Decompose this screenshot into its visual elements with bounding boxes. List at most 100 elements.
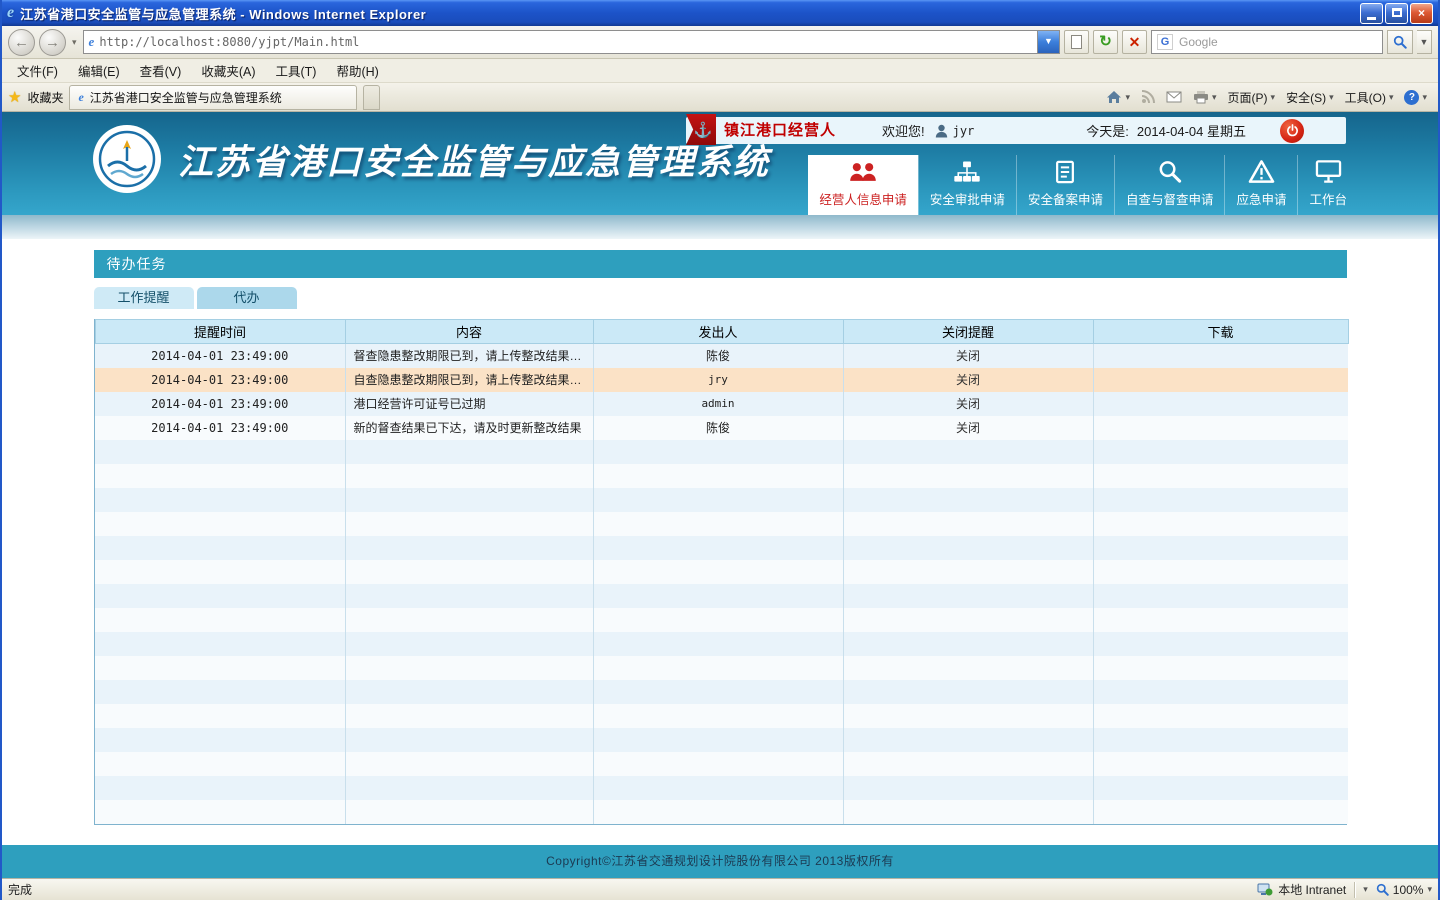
menu-item[interactable]: 帮助(H) (327, 58, 387, 83)
document-icon (1053, 160, 1077, 184)
window-title: 江苏省港口安全监管与应急管理系统 - Windows Internet Expl… (20, 4, 1354, 23)
nav-item-label: 应急申请 (1236, 189, 1286, 208)
column-header: 下载 (1093, 320, 1348, 344)
cell-time: 2014-04-01 23:49:00 (95, 416, 345, 440)
logout-button[interactable] (1280, 119, 1304, 143)
power-icon (1286, 124, 1299, 137)
table-row[interactable]: 2014-04-01 23:49:00港口经营许可证号已过期admin关闭 (95, 392, 1348, 416)
nav-item-document[interactable]: 安全备案申请 (1016, 155, 1114, 215)
reminder-table: 提醒时间内容发出人关闭提醒下载 2014-04-01 23:49:00督查隐患整… (95, 319, 1349, 824)
cell-sender: admin (593, 392, 843, 416)
close-reminder-link[interactable]: 关闭 (956, 397, 980, 411)
menu-item[interactable]: 收藏夹(A) (192, 58, 264, 83)
empty-table-row (95, 488, 1348, 512)
search-dropdown-icon[interactable]: ▼ (1417, 30, 1432, 54)
role-badge-label: 镇江港口经营人 (724, 119, 836, 140)
zoom-dropdown-icon[interactable]: ▾ (1363, 884, 1368, 895)
empty-table-row (95, 800, 1348, 824)
intranet-zone-icon (1257, 883, 1273, 896)
close-reminder-link[interactable]: 关闭 (956, 373, 980, 387)
compatibility-view-button[interactable] (1064, 30, 1089, 54)
address-url-text: http://localhost:8080/yjpt/Main.html (99, 35, 1032, 49)
empty-table-row (95, 656, 1348, 680)
page-viewport: 江苏省港口安全监管与应急管理系统 ⚓ 镇江港口经营人 欢迎您! jyr 今天是:… (2, 112, 1438, 878)
cell-download (1093, 368, 1348, 392)
anchor-icon: ⚓ (686, 114, 716, 145)
nav-item-warning[interactable]: 应急申请 (1224, 155, 1297, 215)
cell-sender: jry (593, 368, 843, 392)
nav-item-users[interactable]: 经营人信息申请 (808, 155, 918, 215)
menu-item[interactable]: 文件(F) (8, 58, 67, 83)
back-button[interactable]: ← (8, 29, 35, 56)
cell-content: 港口经营许可证号已过期 (345, 392, 593, 416)
cell-sender: 陈俊 (593, 344, 843, 368)
favorites-button[interactable]: 收藏夹 (27, 89, 63, 106)
stop-icon: ✕ (1129, 34, 1141, 50)
table-row[interactable]: 2014-04-01 23:49:00新的督查结果已下达，请及时更新整改结果陈俊… (95, 416, 1348, 440)
cell-download (1093, 392, 1348, 416)
safety-menu-button[interactable]: 安全(S) ▾ (1281, 85, 1339, 110)
help-button[interactable]: ? ▾ (1399, 86, 1432, 109)
home-button[interactable]: ▾ (1101, 86, 1135, 108)
task-tab[interactable]: 代办 (197, 287, 297, 309)
empty-table-row (95, 608, 1348, 632)
new-tab-button[interactable] (363, 85, 380, 110)
magnifier-icon (1393, 35, 1407, 49)
close-button[interactable]: × (1410, 3, 1433, 24)
feeds-button[interactable] (1136, 86, 1160, 108)
maximize-button[interactable] (1385, 3, 1408, 24)
print-button[interactable]: ▾ (1188, 86, 1222, 108)
empty-table-row (95, 632, 1348, 656)
address-toolbar: ← → ▾ e http://localhost:8080/yjpt/Main.… (2, 26, 1438, 59)
empty-table-row (95, 560, 1348, 584)
users-icon (848, 160, 878, 184)
table-header-row: 提醒时间内容发出人关闭提醒下载 (95, 320, 1348, 344)
system-title: 江苏省港口安全监管与应急管理系统 (178, 134, 770, 185)
menu-item[interactable]: 工具(T) (266, 58, 325, 83)
browser-window: e 江苏省港口安全监管与应急管理系统 - Windows Internet Ex… (0, 0, 1440, 900)
nav-item-magnifier[interactable]: 自查与督查申请 (1114, 155, 1225, 215)
menu-item[interactable]: 编辑(E) (69, 58, 129, 83)
page-menu-button[interactable]: 页面(P) ▾ (1223, 85, 1281, 110)
history-dropdown-icon[interactable]: ▾ (70, 37, 79, 48)
stop-button[interactable]: ✕ (1122, 30, 1147, 54)
zoom-level: 100% (1393, 883, 1424, 897)
address-input[interactable]: e http://localhost:8080/yjpt/Main.html ▼ (83, 30, 1060, 54)
empty-table-row (95, 752, 1348, 776)
nav-item-org-chart[interactable]: 安全审批申请 (918, 155, 1016, 215)
google-logo-icon: G (1157, 34, 1173, 50)
role-badge: ⚓ 镇江港口经营人 (686, 114, 850, 145)
ie-icon: e (7, 5, 14, 21)
close-reminder-link[interactable]: 关闭 (956, 349, 980, 363)
minimize-button[interactable] (1360, 3, 1383, 24)
cell-content: 新的督查结果已下达，请及时更新整改结果 (345, 416, 593, 440)
forward-button[interactable]: → (39, 29, 66, 56)
address-dropdown-icon[interactable]: ▼ (1037, 31, 1059, 53)
reminder-table-wrap: 提醒时间内容发出人关闭提醒下载 2014-04-01 23:49:00督查隐患整… (94, 319, 1347, 825)
close-reminder-link[interactable]: 关闭 (956, 421, 980, 435)
main-nav: 经营人信息申请安全审批申请安全备案申请自查与督查申请应急申请工作台 (808, 155, 1358, 215)
search-button[interactable] (1387, 30, 1413, 54)
current-user[interactable]: jyr (935, 124, 975, 138)
task-tab[interactable]: 工作提醒 (94, 287, 194, 309)
read-mail-button[interactable] (1161, 87, 1187, 107)
empty-table-row (95, 536, 1348, 560)
panel-title: 待办任务 (94, 250, 1347, 278)
table-row[interactable]: 2014-04-01 23:49:00自查隐患整改期限已到，请上传整改结果…jr… (95, 368, 1348, 392)
nav-item-label: 安全备案申请 (1028, 189, 1103, 208)
zoom-control[interactable]: 100% ▾ (1376, 883, 1432, 897)
menu-item[interactable]: 查看(V) (131, 58, 191, 83)
magnifier-icon (1157, 159, 1182, 184)
cell-sender: 陈俊 (593, 416, 843, 440)
zone-label: 本地 Intranet (1278, 881, 1346, 898)
status-divider (1354, 882, 1355, 898)
refresh-button[interactable]: ↻ (1093, 30, 1118, 54)
nav-item-monitor[interactable]: 工作台 (1297, 155, 1358, 215)
table-row[interactable]: 2014-04-01 23:49:00督查隐患整改期限已到，请上传整改结果…陈俊… (95, 344, 1348, 368)
favorites-star-icon[interactable]: ★ (8, 88, 21, 106)
today-label: 今天是: (1086, 121, 1129, 140)
browser-tab[interactable]: e 江苏省港口安全监管与应急管理系统 (69, 85, 357, 110)
cell-content: 督查隐患整改期限已到，请上传整改结果… (345, 344, 593, 368)
search-input[interactable]: G Google (1151, 30, 1383, 54)
tools-menu-button[interactable]: 工具(O) ▾ (1340, 85, 1399, 110)
